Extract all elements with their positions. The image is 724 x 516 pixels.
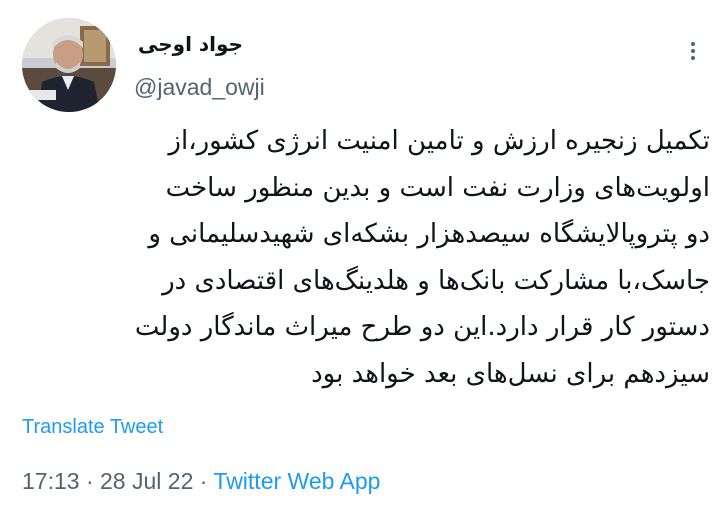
tweet-line: اولویت‌های وزارت نفت است و بدین منظور سا… — [165, 172, 710, 203]
tweet-line: دستور کار قرار دارد.این دو طرح میراث مان… — [134, 312, 710, 342]
meta-separator: · — [85, 468, 94, 494]
translate-tweet-link[interactable]: Translate Tweet — [22, 414, 163, 440]
meta-separator: · — [199, 468, 208, 494]
tweet-line: سیزدهم برای نسل‌های بعد خواهد بود — [311, 358, 710, 389]
tweet-line: تکمیل زنجیره ارزش و تامین امنیت انرژی کش… — [168, 126, 710, 156]
avatar[interactable] — [22, 18, 116, 112]
tweet-line: جاسک،با مشارکت بانک‌ها و هلدینگ‌های اقتص… — [162, 265, 710, 296]
tweet-time[interactable]: 17:13 — [22, 468, 80, 494]
tweet-source-link[interactable]: Twitter Web App — [213, 468, 380, 494]
author-name[interactable]: جواد اوجی — [138, 30, 278, 58]
tweet-text: تکمیل زنجیره ارزش و تامین امنیت انرژی کش… — [14, 118, 710, 397]
more-dots-icon[interactable] — [680, 38, 706, 64]
tweet-line: دو پتروپالایشگاه سیصدهزار بشکه‌ای شهیدسل… — [148, 219, 710, 249]
tweet-date[interactable]: 28 Jul 22 — [100, 468, 193, 494]
author-handle[interactable]: @javad_owji — [134, 72, 265, 102]
tweet-meta: 17:13 · 28 Jul 22 · Twitter Web App — [22, 466, 380, 496]
